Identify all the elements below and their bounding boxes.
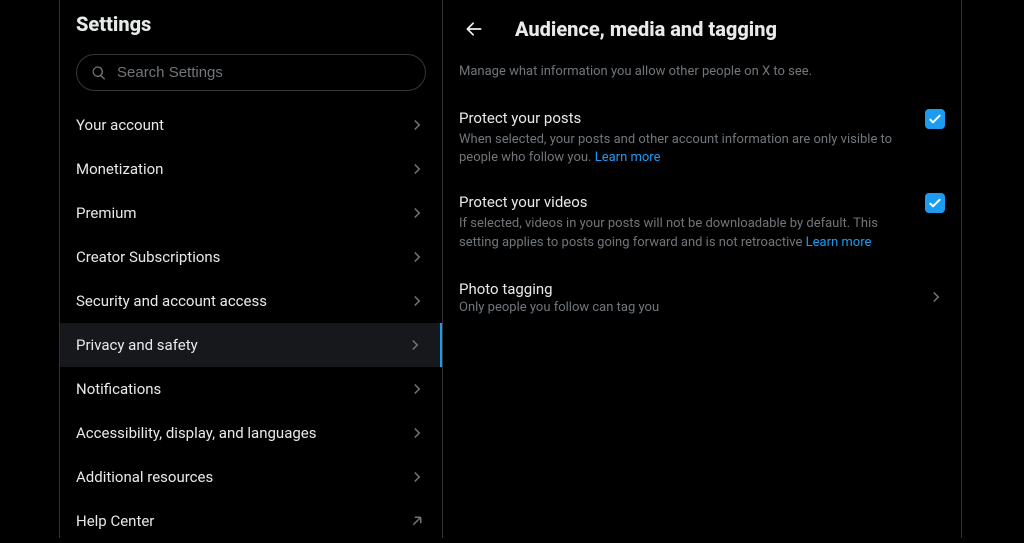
sidebar-item-label: Monetization xyxy=(76,160,163,178)
learn-more-link[interactable]: Learn more xyxy=(595,150,661,165)
sidebar-item-accessibility-display-languages[interactable]: Accessibility, display, and languages xyxy=(60,411,442,455)
chevron-right-icon xyxy=(408,424,426,442)
protect-posts-checkbox[interactable] xyxy=(925,109,945,129)
chevron-right-icon xyxy=(408,204,426,222)
check-icon xyxy=(927,111,943,127)
search-icon xyxy=(91,65,107,81)
chevron-right-icon xyxy=(408,468,426,486)
sidebar-item-label: Premium xyxy=(76,204,137,222)
settings-sidebar: Settings Your account Monetization Premi… xyxy=(60,0,443,538)
right-gutter xyxy=(962,0,1024,538)
arrow-left-icon xyxy=(464,19,484,39)
sidebar-item-privacy-safety[interactable]: Privacy and safety xyxy=(60,323,442,367)
setting-title: Protect your videos xyxy=(459,193,909,211)
sidebar-item-help-center[interactable]: Help Center xyxy=(60,499,442,543)
sidebar-item-label: Privacy and safety xyxy=(76,336,198,354)
left-gutter xyxy=(0,0,60,538)
setting-head: Protect your videos If selected, videos … xyxy=(459,193,945,251)
chevron-right-icon xyxy=(408,160,426,178)
photo-tagging-row[interactable]: Photo tagging Only people you follow can… xyxy=(443,268,961,327)
sidebar-item-label: Creator Subscriptions xyxy=(76,248,220,266)
back-button[interactable] xyxy=(457,12,491,46)
sidebar-item-creator-subscriptions[interactable]: Creator Subscriptions xyxy=(60,235,442,279)
setting-text: Protect your posts When selected, your p… xyxy=(459,109,909,167)
search-input[interactable] xyxy=(117,64,411,81)
setting-desc-text: When selected, your posts and other acco… xyxy=(459,132,892,165)
chevron-right-icon xyxy=(408,380,426,398)
search-box[interactable] xyxy=(76,54,426,91)
main-panel: Audience, media and tagging Manage what … xyxy=(443,0,962,538)
setting-protect-posts: Protect your posts When selected, your p… xyxy=(443,99,961,183)
sidebar-item-label: Accessibility, display, and languages xyxy=(76,424,316,442)
sidebar-item-label: Help Center xyxy=(76,512,154,530)
chevron-right-icon xyxy=(927,288,945,306)
sidebar-item-label: Security and account access xyxy=(76,292,267,310)
sidebar-item-label: Notifications xyxy=(76,380,161,398)
page-title: Audience, media and tagging xyxy=(515,17,777,41)
chevron-right-icon xyxy=(408,116,426,134)
sidebar-item-label: Your account xyxy=(76,116,164,134)
link-subtitle: Only people you follow can tag you xyxy=(459,300,659,315)
sidebar-item-additional-resources[interactable]: Additional resources xyxy=(60,455,442,499)
main-header: Audience, media and tagging xyxy=(443,12,961,54)
chevron-right-icon xyxy=(408,248,426,266)
setting-head: Protect your posts When selected, your p… xyxy=(459,109,945,167)
setting-desc: When selected, your posts and other acco… xyxy=(459,131,909,167)
check-icon xyxy=(927,195,943,211)
protect-videos-checkbox[interactable] xyxy=(925,193,945,213)
link-title: Photo tagging xyxy=(459,280,659,298)
setting-protect-videos: Protect your videos If selected, videos … xyxy=(443,183,961,267)
chevron-right-icon xyxy=(408,292,426,310)
sidebar-item-your-account[interactable]: Your account xyxy=(60,103,442,147)
learn-more-link[interactable]: Learn more xyxy=(806,235,872,250)
sidebar-item-monetization[interactable]: Monetization xyxy=(60,147,442,191)
link-text: Photo tagging Only people you follow can… xyxy=(459,280,659,315)
chevron-right-icon xyxy=(406,336,424,354)
sidebar-item-notifications[interactable]: Notifications xyxy=(60,367,442,411)
external-link-icon xyxy=(408,512,426,530)
page-subtitle: Manage what information you allow other … xyxy=(443,54,961,99)
search-wrap xyxy=(60,48,442,103)
setting-desc: If selected, videos in your posts will n… xyxy=(459,215,909,251)
sidebar-item-label: Additional resources xyxy=(76,468,213,486)
sidebar-item-security-account-access[interactable]: Security and account access xyxy=(60,279,442,323)
setting-text: Protect your videos If selected, videos … xyxy=(459,193,909,251)
sidebar-item-premium[interactable]: Premium xyxy=(60,191,442,235)
setting-title: Protect your posts xyxy=(459,109,909,127)
settings-title: Settings xyxy=(60,12,442,48)
